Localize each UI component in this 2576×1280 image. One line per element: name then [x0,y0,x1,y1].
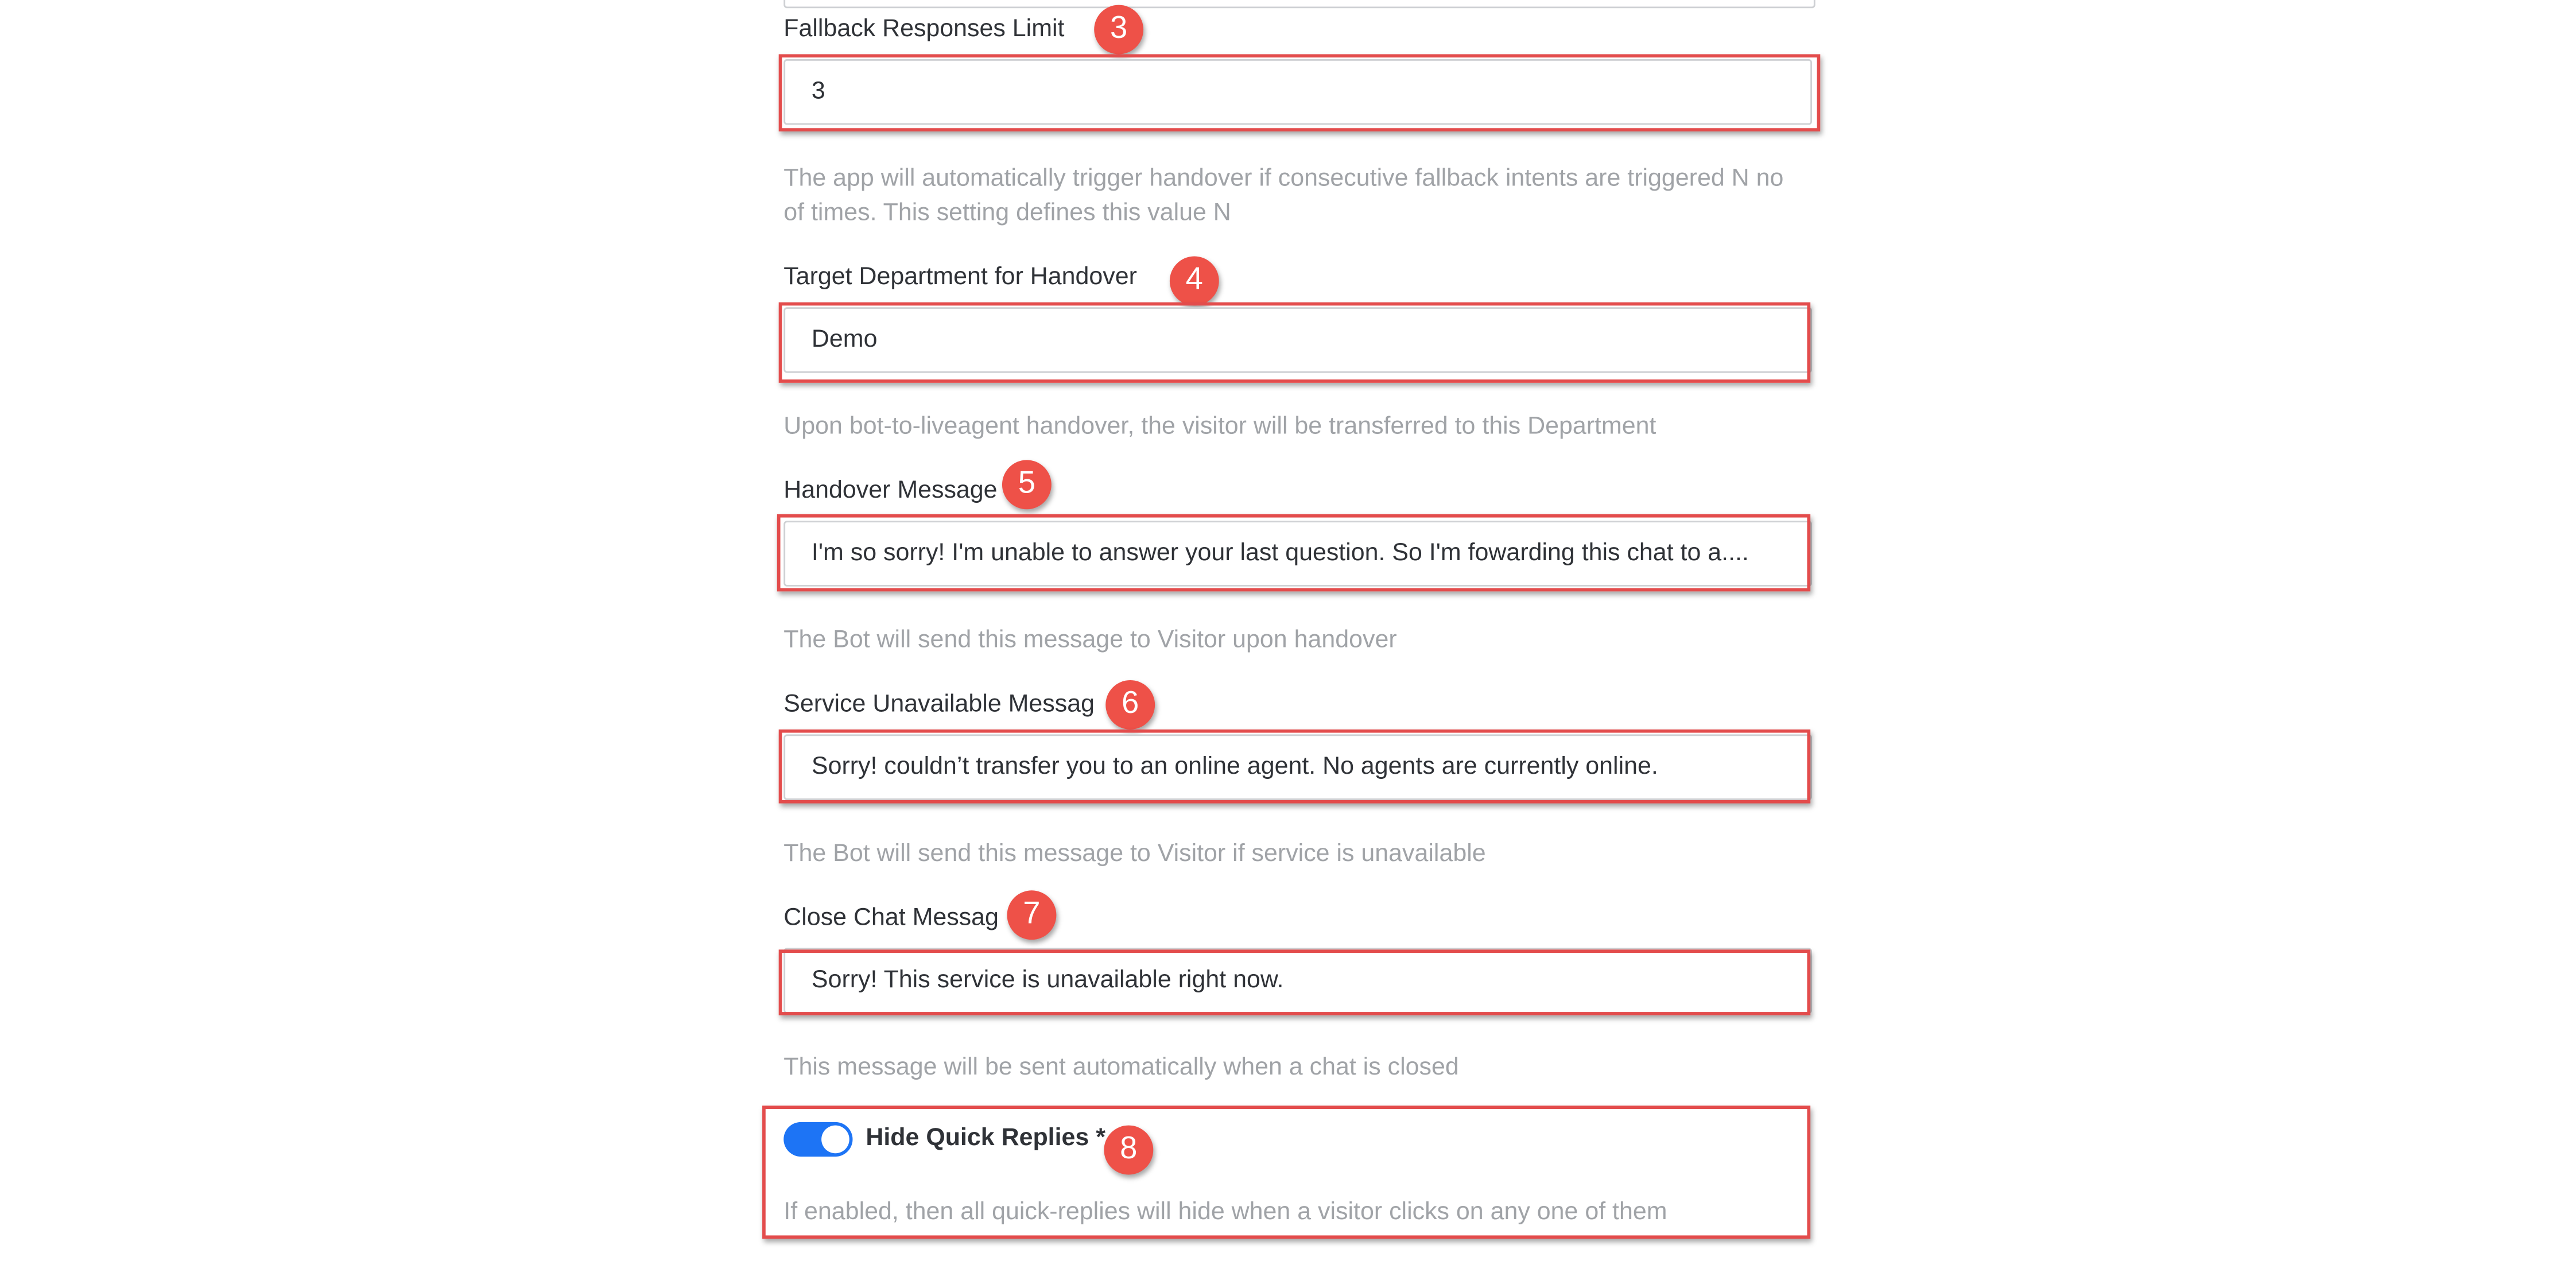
service-unavailable-input[interactable]: Sorry! couldn’t transfer you to an onlin… [783,734,1813,800]
annotation-badge-4: 4 [1169,256,1219,306]
handover-message-value: I'm so sorry! I'm unable to answer your … [811,538,1749,567]
service-unavailable-label: Service Unavailable Messag [783,690,1095,718]
hide-quick-replies-label: Hide Quick Replies * [866,1123,1105,1152]
close-chat-value: Sorry! This service is unavailable right… [811,965,1284,994]
handover-message-input[interactable]: I'm so sorry! I'm unable to answer your … [783,521,1813,587]
target-department-label: Target Department for Handover [783,262,1137,291]
fallback-limit-label: Fallback Responses Limit [783,14,1065,43]
annotation-badge-6: 6 [1105,680,1155,730]
close-chat-input[interactable]: Sorry! This service is unavailable right… [783,948,1813,1014]
fallback-limit-help: The app will automatically trigger hando… [783,164,1784,227]
fallback-limit-value: 3 [811,77,825,106]
fallback-limit-input[interactable]: 3 [783,59,1813,125]
handover-message-help: The Bot will send this message to Visito… [783,626,1397,654]
previous-field-edge[interactable] [783,0,1815,9]
target-department-help: Upon bot-to-liveagent handover, the visi… [783,412,1656,441]
toggle-knob [821,1125,849,1154]
hide-quick-replies-help: If enabled, then all quick-replies will … [783,1197,1667,1226]
annotation-badge-7: 7 [1007,890,1057,940]
annotation-badge-5: 5 [1002,460,1052,510]
close-chat-help: This message will be sent automatically … [783,1053,1459,1081]
target-department-input[interactable]: Demo [783,307,1813,373]
annotation-badge-3: 3 [1094,5,1144,55]
close-chat-label: Close Chat Messag [783,903,999,932]
service-unavailable-help: The Bot will send this message to Visito… [783,839,1486,868]
hide-quick-replies-toggle[interactable] [783,1122,853,1157]
target-department-value: Demo [811,325,878,354]
service-unavailable-value: Sorry! couldn’t transfer you to an onlin… [811,752,1658,781]
handover-message-label: Handover Message [783,476,998,505]
settings-form: Fallback Responses Limit 3 3 The app wil… [0,0,2576,1280]
annotation-badge-8: 8 [1104,1125,1154,1175]
